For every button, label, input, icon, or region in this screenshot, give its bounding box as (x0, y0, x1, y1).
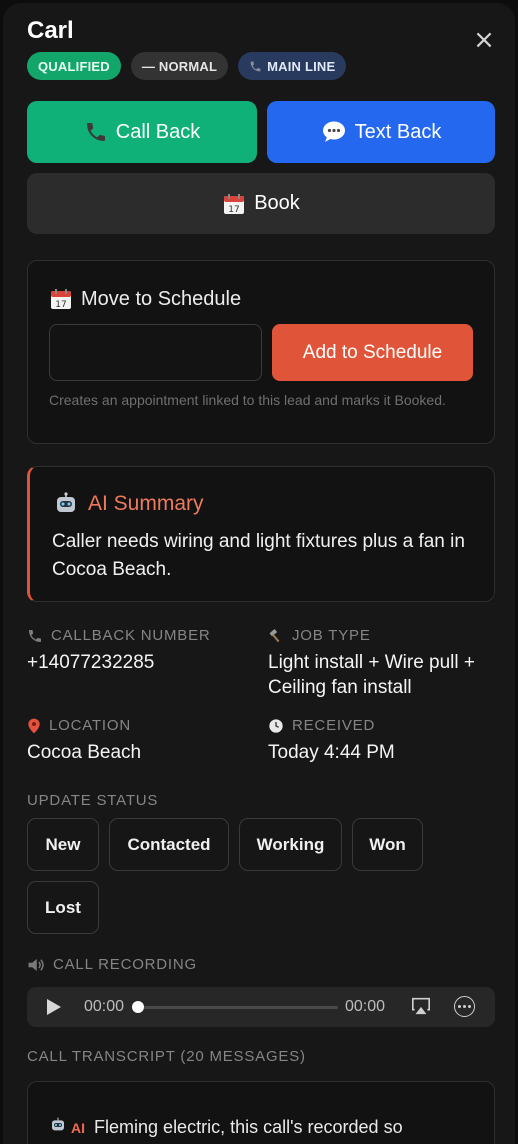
call-transcript-label: CALL TRANSCRIPT (20 MESSAGES) (27, 1048, 306, 1065)
clock-icon (268, 718, 284, 734)
dot (458, 1005, 461, 1008)
text-back-button[interactable]: Text Back (267, 101, 495, 163)
phone-icon (249, 60, 262, 73)
hammer-icon (268, 628, 284, 644)
current-time: 00:00 (84, 998, 125, 1015)
transcript-card: AI Fleming electric, this call's recorde… (27, 1081, 495, 1144)
call-back-button[interactable]: Call Back (27, 101, 257, 163)
robot-icon (54, 492, 78, 516)
location-label-text: LOCATION (49, 717, 131, 734)
lead-detail-panel: Carl × QUALIFIED — NORMAL MAIN LINE Call… (3, 3, 515, 1144)
dot (463, 1005, 466, 1008)
airplay-icon[interactable] (410, 996, 432, 1021)
schedule-note: Creates an appointment linked to this le… (49, 392, 446, 408)
job-type-field: JOB TYPE Light install + Wire pull + Cei… (268, 627, 498, 700)
book-button[interactable]: 17 Book (27, 173, 495, 234)
more-options-icon[interactable] (454, 996, 475, 1017)
schedule-title: 17 Move to Schedule (49, 287, 241, 311)
schedule-title-label: Move to Schedule (81, 287, 242, 310)
calendar-icon: 17 (49, 287, 73, 311)
callback-number-field: CALLBACK NUMBER +14077232285 (27, 627, 257, 675)
speech-bubble-icon (321, 120, 347, 144)
qualified-badge: QUALIFIED (27, 52, 121, 80)
line-badge-label: MAIN LINE (267, 58, 336, 74)
job-type-label-text: JOB TYPE (292, 627, 371, 644)
move-to-schedule-card: 17 Move to Schedule Add to Schedule Crea… (27, 260, 495, 444)
priority-badge-label: — NORMAL (141, 58, 218, 74)
location-field: LOCATION Cocoa Beach (27, 717, 257, 765)
transcript-message: AI Fleming electric, this call's recorde… (50, 1114, 470, 1144)
calendar-icon: 17 (222, 192, 246, 216)
close-icon[interactable]: × (473, 27, 495, 53)
callback-number-label-text: CALLBACK NUMBER (51, 627, 211, 644)
lead-header: Carl × (27, 17, 495, 53)
dot (468, 1005, 471, 1008)
status-contacted-button[interactable]: Contacted (109, 818, 229, 871)
add-to-schedule-button[interactable]: Add to Schedule (272, 324, 473, 381)
received-field: RECEIVED Today 4:44 PM (268, 717, 498, 765)
transcript-text: Fleming electric, this call's recorded s… (94, 1117, 403, 1137)
play-icon[interactable] (47, 999, 61, 1015)
ai-summary-card: AI Summary Caller needs wiring and light… (27, 466, 495, 602)
duration-time: 00:00 (345, 998, 386, 1015)
job-type-label: JOB TYPE (268, 627, 498, 644)
call-recording-label: CALL RECORDING (27, 956, 197, 973)
qualified-badge-label: QUALIFIED (38, 58, 110, 74)
callback-number-label: CALLBACK NUMBER (27, 627, 257, 644)
ai-summary-title: AI Summary (54, 492, 204, 516)
phone-icon (27, 628, 43, 644)
svg-text:17: 17 (228, 205, 239, 215)
call-back-label: Call Back (115, 120, 201, 143)
text-back-label: Text Back (354, 120, 442, 143)
transcript-speaker: AI (71, 1120, 86, 1136)
speaker-icon (27, 957, 45, 973)
status-working-button[interactable]: Working (239, 818, 342, 871)
status-won-button[interactable]: Won (352, 818, 423, 871)
audio-progress-thumb[interactable] (132, 1001, 144, 1013)
phone-icon (84, 120, 108, 144)
robot-icon (50, 1117, 66, 1133)
svg-text:17: 17 (55, 300, 66, 310)
lead-name: Carl (27, 17, 74, 44)
received-label-text: RECEIVED (292, 717, 376, 734)
priority-badge: — NORMAL (130, 52, 229, 80)
update-status-label: UPDATE STATUS (27, 792, 159, 809)
badge-row: QUALIFIED — NORMAL MAIN LINE (27, 52, 347, 80)
location-label: LOCATION (27, 717, 257, 734)
book-label: Book (254, 192, 300, 214)
audio-progress-track[interactable] (132, 1001, 338, 1013)
received-label: RECEIVED (268, 717, 498, 734)
status-lost-button[interactable]: Lost (27, 881, 99, 934)
call-recording-label-text: CALL RECORDING (53, 956, 198, 973)
ai-summary-text: Caller needs wiring and light fixtures p… (52, 531, 465, 580)
audio-player: 00:00 00:00 (27, 987, 495, 1027)
callback-number-value[interactable]: +14077232285 (27, 650, 257, 675)
schedule-date-input[interactable] (49, 324, 262, 381)
line-badge: MAIN LINE (238, 52, 347, 80)
job-type-value: Light install + Wire pull + Ceiling fan … (268, 652, 475, 698)
received-value: Today 4:44 PM (268, 742, 395, 763)
location-pin-icon (27, 718, 41, 734)
ai-summary-title-label: AI Summary (88, 492, 204, 515)
status-new-button[interactable]: New (27, 818, 99, 871)
location-value: Cocoa Beach (27, 742, 142, 763)
